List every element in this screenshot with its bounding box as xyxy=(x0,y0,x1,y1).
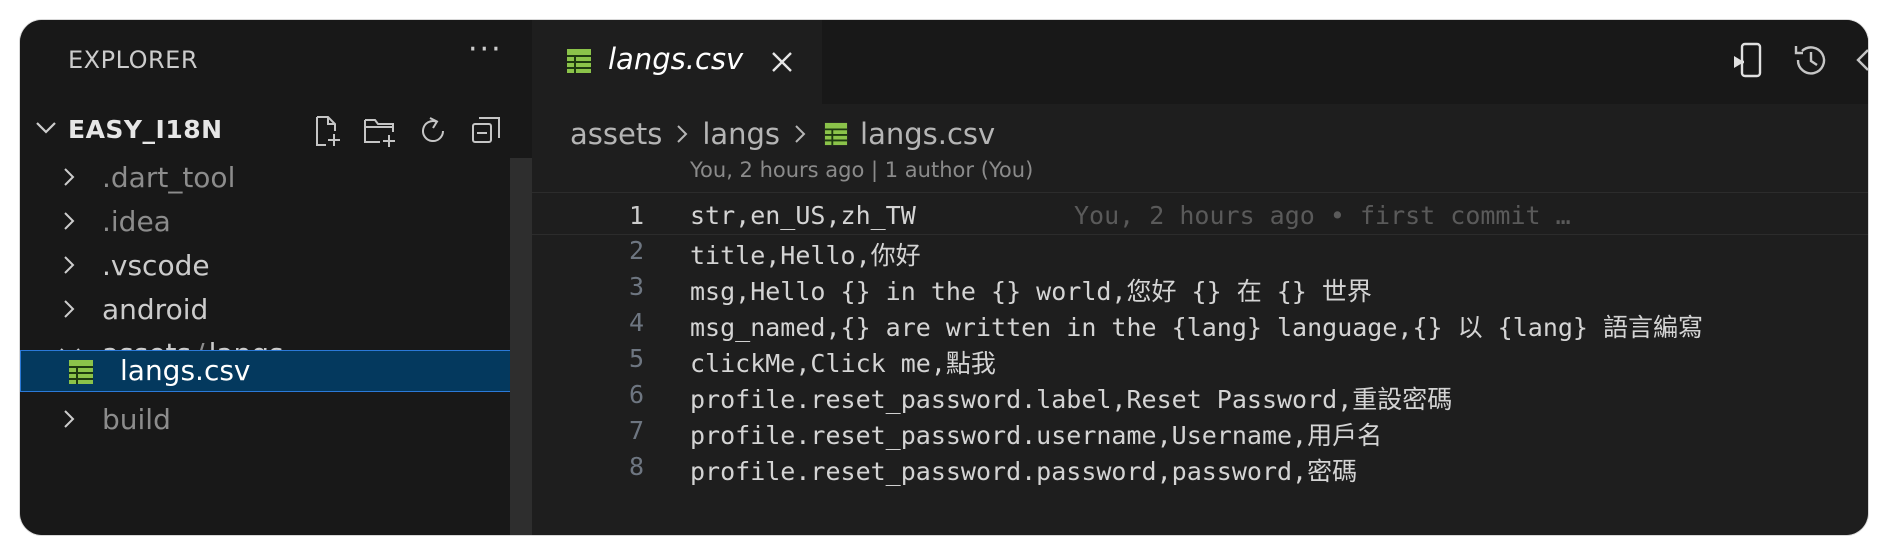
refresh-icon[interactable] xyxy=(414,112,452,150)
new-file-icon[interactable] xyxy=(308,112,346,150)
editor-window: EXPLORER ··· EASY_I18N .dart_tool .idea … xyxy=(20,20,1868,535)
code-line[interactable]: 8 profile.reset_password.password,passwo… xyxy=(532,444,1868,487)
editor-actions xyxy=(1730,40,1868,80)
chevron-right-icon xyxy=(58,210,80,232)
tree-item-label: build xyxy=(102,403,171,436)
line-number: 8 xyxy=(628,452,644,481)
breadcrumb-assets[interactable]: assets xyxy=(570,117,662,151)
tree-item-label: android xyxy=(102,293,209,326)
table-file-icon xyxy=(824,122,848,146)
breadcrumb-langs[interactable]: langs xyxy=(702,117,780,151)
table-file-icon xyxy=(566,48,592,74)
chevron-right-icon xyxy=(58,298,80,320)
chevron-right-icon xyxy=(672,122,692,146)
open-preview-icon[interactable] xyxy=(1730,40,1766,80)
line-number: 2 xyxy=(628,236,644,265)
sidebar-scrollbar[interactable] xyxy=(510,158,532,535)
tab-bar: langs.csv xyxy=(532,20,1868,104)
line-number: 3 xyxy=(628,272,644,301)
chevron-right-icon xyxy=(58,254,80,276)
arrow-left-icon[interactable] xyxy=(1854,40,1868,80)
explorer-title: EXPLORER xyxy=(68,46,198,74)
line-number: 5 xyxy=(628,344,644,373)
line-number: 1 xyxy=(628,201,644,230)
tab-langs-csv[interactable]: langs.csv xyxy=(532,20,822,104)
project-header[interactable]: EASY_I18N xyxy=(20,108,532,152)
tree-item-vscode[interactable]: .vscode xyxy=(20,240,532,290)
collapse-all-icon[interactable] xyxy=(467,112,505,150)
line-text: str,en_US,zh_TW xyxy=(690,201,916,230)
explorer-sidebar: EXPLORER ··· EASY_I18N .dart_tool .idea … xyxy=(20,20,532,535)
history-icon[interactable] xyxy=(1790,40,1830,80)
more-actions-icon[interactable]: ··· xyxy=(468,32,503,67)
chevron-right-icon xyxy=(790,122,810,146)
project-name: EASY_I18N xyxy=(68,115,223,144)
tab-label: langs.csv xyxy=(608,42,744,76)
tree-item-idea[interactable]: .idea xyxy=(20,196,532,246)
breadcrumb: assets langs langs.csv xyxy=(570,114,995,154)
chevron-down-icon xyxy=(32,114,60,142)
tree-item-build[interactable]: build xyxy=(20,394,532,444)
line-number: 6 xyxy=(628,380,644,409)
line-text: profile.reset_password.password,password… xyxy=(690,457,1358,486)
tree-item-android[interactable]: android xyxy=(20,284,532,334)
tree-item-label: langs.csv xyxy=(120,354,251,387)
close-icon[interactable] xyxy=(768,48,796,76)
tree-item-label: .vscode xyxy=(102,249,210,282)
editor-pane: langs.csv assets langs langs.csv You, 2 … xyxy=(532,20,1868,535)
new-folder-icon[interactable] xyxy=(361,112,399,150)
chevron-right-icon xyxy=(58,408,80,430)
line-number: 4 xyxy=(628,308,644,337)
line-number: 7 xyxy=(628,416,644,445)
tree-item-langs-csv[interactable]: langs.csv xyxy=(20,350,532,392)
tree-item-label: .idea xyxy=(102,205,171,238)
chevron-right-icon xyxy=(58,166,80,188)
tree-item-label: .dart_tool xyxy=(102,161,236,194)
breadcrumb-file[interactable]: langs.csv xyxy=(860,117,995,151)
blame-header[interactable]: You, 2 hours ago | 1 author (You) xyxy=(690,158,1033,182)
table-file-icon xyxy=(68,359,94,385)
project-actions xyxy=(308,112,505,150)
tree-item-dart-tool[interactable]: .dart_tool xyxy=(20,152,532,202)
inline-blame: You, 2 hours ago • first commit … xyxy=(1074,201,1571,230)
